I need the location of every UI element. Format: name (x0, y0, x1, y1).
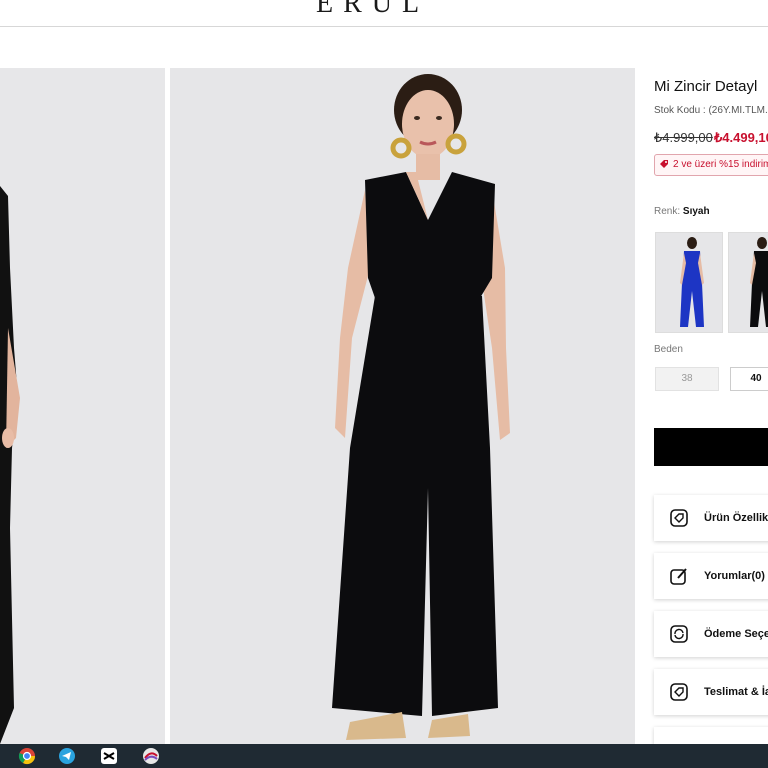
color-label: Renk: (654, 206, 681, 217)
telegram-icon[interactable] (58, 747, 76, 765)
accordion-reviews[interactable]: Yorumlar(0) (654, 553, 768, 599)
tag-icon (670, 683, 688, 701)
product-image-main[interactable] (170, 68, 635, 744)
accordion-payment-options[interactable]: Ödeme Seçer (654, 611, 768, 657)
promo-badge[interactable]: 2 ve üzeri %15 indirim (654, 154, 768, 176)
refresh-icon (670, 625, 688, 643)
color-swatch-black[interactable] (728, 232, 768, 333)
accordion-label: Ürün Özellikle (704, 512, 768, 524)
product-image-previous[interactable] (0, 68, 165, 744)
sale-price: ₺4.499,10 (714, 130, 768, 145)
tag-icon (670, 509, 688, 527)
chrome-icon[interactable] (18, 747, 36, 765)
accordion-label: Teslimat & İa (704, 686, 768, 698)
accordion-label: Yorumlar(0) (704, 570, 765, 582)
color-swatch-blue[interactable] (655, 232, 723, 333)
color-selector-label: Renk: Sıyah (654, 206, 710, 217)
accordion-label: Ödeme Seçer (704, 628, 768, 640)
product-sku: Stok Kodu : (26Y.MI.TLM.8 (654, 105, 768, 116)
accordion-delivery-returns[interactable]: Teslimat & İa (654, 669, 768, 715)
os-taskbar (0, 744, 768, 768)
brand-logo[interactable]: ERUL (316, 0, 429, 20)
size-option-38[interactable]: 38 (655, 367, 719, 391)
accordion-product-features[interactable]: Ürün Özellikle (654, 495, 768, 541)
promo-text: 2 ve üzeri %15 indirim (673, 159, 768, 170)
add-to-cart-button[interactable] (654, 428, 768, 466)
app-icon[interactable] (142, 747, 160, 765)
tag-icon (660, 160, 668, 168)
edit-icon (670, 568, 687, 585)
color-value: Sıyah (682, 206, 710, 217)
capcut-icon[interactable] (100, 747, 118, 765)
size-label: Beden (654, 344, 683, 355)
old-price: ₺4.999,00 (654, 130, 713, 145)
size-option-40[interactable]: 40 (730, 367, 768, 391)
product-title: Mi Zincir Detayl (654, 78, 758, 95)
nav-bar (0, 27, 768, 67)
site-header: ERUL (0, 0, 768, 27)
